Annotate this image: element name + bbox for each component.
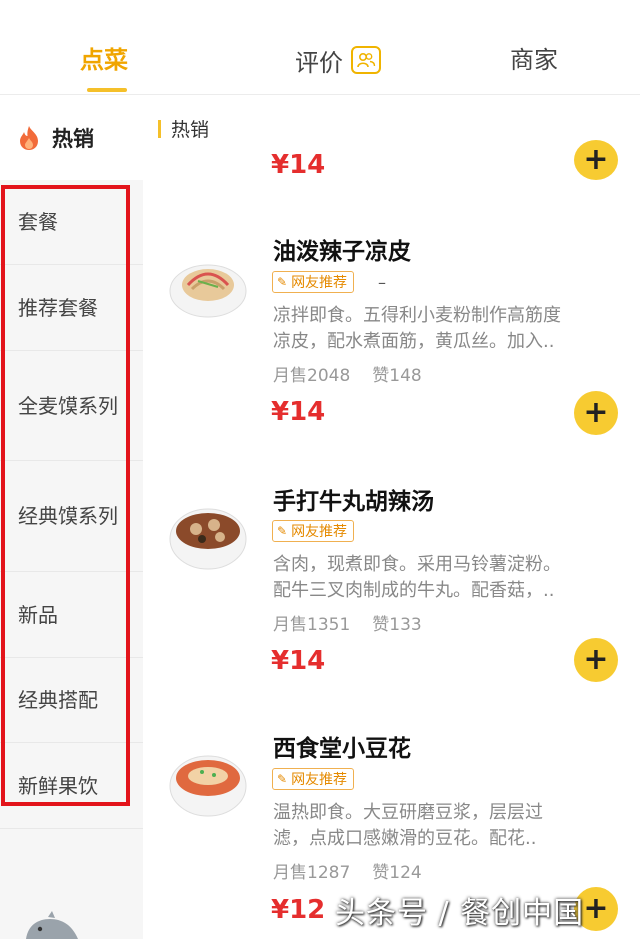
tab-reviews-label: 评价 bbox=[295, 48, 343, 77]
plus-icon: + bbox=[583, 395, 609, 430]
section-title-bar bbox=[158, 119, 161, 138]
dish-stats: 月售2048 赞148 bbox=[273, 361, 422, 386]
section-title: 热销 bbox=[158, 115, 209, 142]
sidebar-item-hot[interactable]: 热销 bbox=[0, 95, 143, 180]
recommend-tag: ✎ 网友推荐 bbox=[272, 520, 355, 542]
monthly-sales: 月售1287 bbox=[273, 863, 351, 883]
dish-name: 油泼辣子凉皮 bbox=[273, 239, 411, 265]
dish-name: 西食堂小豆花 bbox=[273, 736, 411, 762]
plus-icon: + bbox=[583, 642, 609, 677]
dish-price: ¥14 bbox=[271, 646, 326, 676]
tab-reviews[interactable]: 评价 bbox=[295, 40, 381, 80]
watermark: 头条号 / 餐创中国 bbox=[335, 896, 585, 931]
plus-icon: + bbox=[583, 891, 609, 926]
dish-stats: 月售1351 赞133 bbox=[273, 610, 422, 635]
sidebar-item-hot-label: 热销 bbox=[52, 126, 94, 151]
dish-list: 热销 ¥14 + 油泼辣子凉皮 ✎ 网友推荐 – 凉拌即食。五得利小麦粉制作高筋… bbox=[143, 95, 640, 939]
dish-desc-line2: 凉皮，配水煮面筋，黄瓜丝。加入.. bbox=[273, 331, 555, 352]
likes-count: 赞133 bbox=[372, 615, 422, 635]
section-title-text: 热销 bbox=[171, 119, 210, 141]
recommend-tag: ✎ 网友推荐 bbox=[272, 768, 355, 790]
add-button[interactable]: + bbox=[574, 391, 618, 435]
dish-image-doufu bbox=[169, 755, 247, 817]
dish-stats: 月售1287 赞124 bbox=[273, 858, 422, 883]
tab-order[interactable]: 点菜 bbox=[80, 40, 128, 80]
dish-desc-line1: 含肉，现煮即食。采用马铃薯淀粉。 bbox=[273, 554, 561, 575]
add-button[interactable]: + bbox=[574, 638, 618, 682]
recommend-tag: ✎ 网友推荐 bbox=[272, 271, 355, 293]
dish-desc-line2: 配牛三叉肉制成的牛丸。配香菇，.. bbox=[273, 580, 555, 601]
mascot-icon bbox=[26, 911, 78, 939]
tab-active-underline bbox=[87, 88, 127, 92]
thumb-icon: ✎ bbox=[277, 275, 288, 289]
dish-image-hulatang bbox=[169, 508, 247, 570]
tag-label: 网友推荐 bbox=[291, 772, 348, 788]
thumb-icon: ✎ bbox=[277, 524, 288, 538]
top-tabs: 点菜 评价 商家 bbox=[0, 0, 640, 95]
monthly-sales: 月售1351 bbox=[273, 615, 351, 635]
monthly-sales: 月售2048 bbox=[273, 366, 351, 386]
plus-icon: + bbox=[583, 142, 609, 177]
sidebar-highlight-box bbox=[1, 185, 130, 806]
likes-count: 赞124 bbox=[372, 863, 422, 883]
users-icon bbox=[351, 46, 381, 74]
dish-name: 手打牛丸胡辣汤 bbox=[273, 489, 434, 515]
dish-price: ¥12 bbox=[271, 895, 326, 925]
tag-dash: – bbox=[378, 273, 386, 292]
dish-price: ¥14 bbox=[271, 397, 326, 427]
dish-image-liangpi bbox=[169, 264, 247, 318]
dish-desc-line1: 凉拌即食。五得利小麦粉制作高筋度 bbox=[273, 305, 561, 326]
flame-icon bbox=[20, 125, 38, 150]
tag-label: 网友推荐 bbox=[291, 524, 348, 540]
dish-desc-line2: 滤，点成口感嫩滑的豆花。配花.. bbox=[273, 828, 537, 849]
dish-price: ¥14 bbox=[271, 150, 326, 180]
likes-count: 赞148 bbox=[372, 366, 422, 386]
thumb-icon: ✎ bbox=[277, 772, 288, 786]
tab-merchant[interactable]: 商家 bbox=[510, 40, 558, 80]
add-button[interactable]: + bbox=[574, 140, 618, 180]
tag-label: 网友推荐 bbox=[291, 275, 348, 291]
dish-desc-line1: 温热即食。大豆研磨豆浆，层层过 bbox=[273, 802, 543, 823]
